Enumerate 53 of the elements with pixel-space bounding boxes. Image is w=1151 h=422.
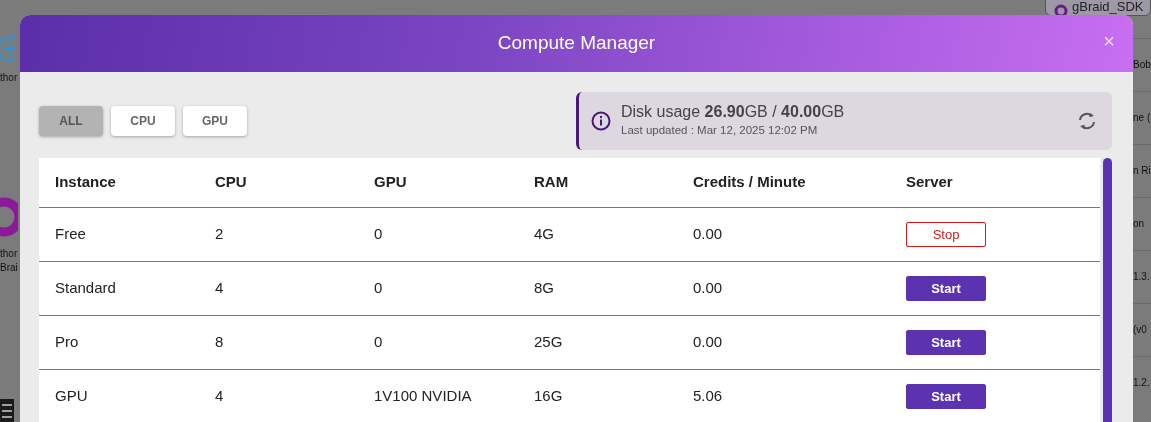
table-cell-text: 0.00 [693, 332, 724, 353]
start-button[interactable]: Start [906, 384, 986, 409]
dialog-title: Compute Manager [497, 31, 656, 56]
app-label: thor [0, 71, 19, 85]
list-item[interactable]: (v0 [1133, 323, 1147, 337]
column-header: Instance [55, 172, 117, 193]
list-item[interactable]: on [1133, 217, 1145, 231]
ring-logo-icon[interactable] [0, 195, 18, 239]
sdk-tab[interactable]: gBraid_SDK [1045, 0, 1151, 16]
last-updated-text: Last updated : Mar 12, 2025 12:02 PM [621, 123, 819, 139]
table-cell-text: Pro [55, 332, 80, 353]
filter-button[interactable]: ALL [39, 106, 103, 136]
filter-button[interactable]: CPU [111, 106, 175, 136]
app-label: Brai [0, 261, 19, 275]
stop-button[interactable]: Stop [906, 222, 986, 247]
table-cell-text: 5.06 [693, 386, 724, 407]
table-cell-text: 1V100 NVIDIA [374, 386, 473, 407]
list-item[interactable]: ne ( [1133, 111, 1151, 125]
ring-logo-icon [1054, 4, 1068, 15]
table-cell-text: 8 [215, 332, 225, 353]
table-cell-text: 2 [215, 224, 225, 245]
table-cell-text: 4G [534, 224, 555, 245]
scrollbar[interactable] [1103, 158, 1112, 422]
close-button[interactable]: × [1103, 31, 1115, 51]
column-header: CPU [215, 172, 248, 193]
table-cell-text: 25G [534, 332, 564, 353]
list-item[interactable]: Bob [1133, 58, 1151, 72]
table-cell-text: 0 [374, 332, 384, 353]
refresh-icon[interactable] [1076, 111, 1098, 131]
disk-usage-text: Disk usage 26.90GB / 40.00GB [621, 102, 846, 123]
table-cell-text: 0.00 [693, 224, 724, 245]
table-cell-text: 0 [374, 278, 384, 299]
list-item[interactable]: n Ri [1133, 164, 1151, 178]
table-cell-text: 16G [534, 386, 564, 407]
column-header: GPU [374, 172, 408, 193]
start-button[interactable]: Start [906, 330, 986, 355]
column-header: Server [906, 172, 954, 193]
start-button[interactable]: Start [906, 276, 986, 301]
list-item[interactable]: 1.2. [1133, 376, 1150, 390]
list-item[interactable]: 1.3. [1133, 270, 1150, 284]
table-cell-text: 4 [215, 278, 225, 299]
info-icon [591, 111, 611, 131]
table-cell-text: 8G [534, 278, 555, 299]
app-label: thor [0, 247, 19, 261]
column-header: Credits / Minute [693, 172, 807, 193]
table-cell-text: 4 [215, 386, 225, 407]
table-cell-text: Standard [55, 278, 117, 299]
table-cell-text: 0.00 [693, 278, 724, 299]
table-cell-text: GPU [55, 386, 89, 407]
table-cell-text: Free [55, 224, 87, 245]
column-header: RAM [534, 172, 570, 193]
filter-button[interactable]: GPU [183, 106, 247, 136]
table-cell-text: 0 [374, 224, 384, 245]
